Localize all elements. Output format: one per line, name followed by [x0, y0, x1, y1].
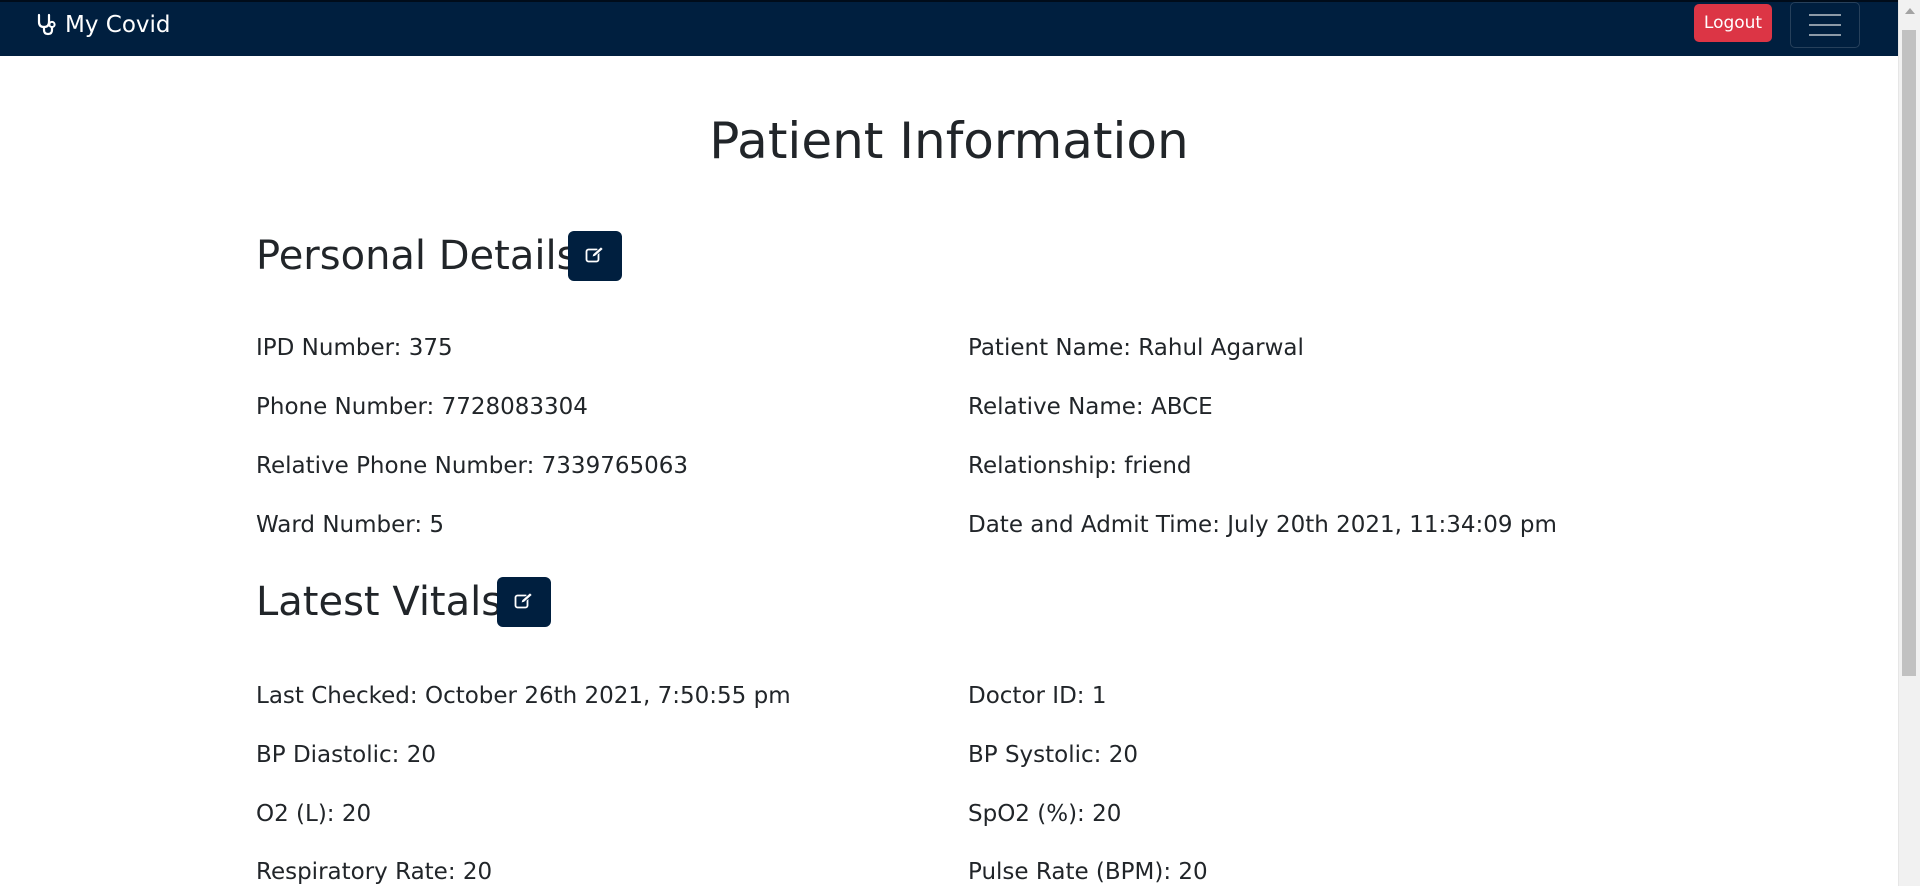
bp-systolic: BP Systolic: 20 [968, 742, 1138, 768]
o2-litres: O2 (L): 20 [256, 801, 372, 827]
edit-personal-details-button[interactable] [568, 231, 622, 281]
pulse-rate: Pulse Rate (BPM): 20 [968, 859, 1208, 885]
personal-details-heading: Personal Details [256, 233, 578, 279]
bp-diastolic: BP Diastolic: 20 [256, 742, 436, 768]
scroll-up-arrow-icon[interactable] [1905, 8, 1915, 14]
brand-name: My Covid [65, 12, 171, 38]
ipd-number: IPD Number: 375 [256, 335, 453, 361]
scrollbar-thumb[interactable] [1902, 30, 1916, 676]
relative-name: Relative Name: ABCE [968, 394, 1213, 420]
admit-time: Date and Admit Time: July 20th 2021, 11:… [968, 512, 1557, 538]
edit-icon [514, 591, 534, 613]
relative-phone-number: Relative Phone Number: 7339765063 [256, 453, 689, 479]
relationship: Relationship: friend [968, 453, 1192, 479]
spo2-percent: SpO2 (%): 20 [968, 801, 1122, 827]
phone-number: Phone Number: 7728083304 [256, 394, 588, 420]
vertical-scrollbar[interactable] [1898, 0, 1920, 886]
logout-button[interactable]: Logout [1694, 4, 1772, 42]
hamburger-menu-icon-bar [1809, 24, 1841, 26]
stethoscope-icon [36, 13, 58, 37]
hamburger-menu-icon-bar [1809, 14, 1841, 16]
brand-link[interactable]: My Covid [36, 8, 171, 42]
edit-latest-vitals-button[interactable] [497, 577, 551, 627]
last-checked: Last Checked: October 26th 2021, 7:50:55… [256, 683, 791, 709]
menu-toggle-button[interactable] [1790, 2, 1860, 48]
doctor-id: Doctor ID: 1 [968, 683, 1107, 709]
edit-icon [585, 245, 605, 267]
patient-name: Patient Name: Rahul Agarwal [968, 335, 1304, 361]
respiratory-rate: Respiratory Rate: 20 [256, 859, 493, 885]
latest-vitals-heading: Latest Vitals [256, 579, 503, 625]
hamburger-menu-icon-bar [1809, 34, 1841, 36]
page-title: Patient Information [709, 112, 1189, 170]
top-navbar: My Covid Logout [0, 0, 1898, 56]
ward-number: Ward Number: 5 [256, 512, 445, 538]
